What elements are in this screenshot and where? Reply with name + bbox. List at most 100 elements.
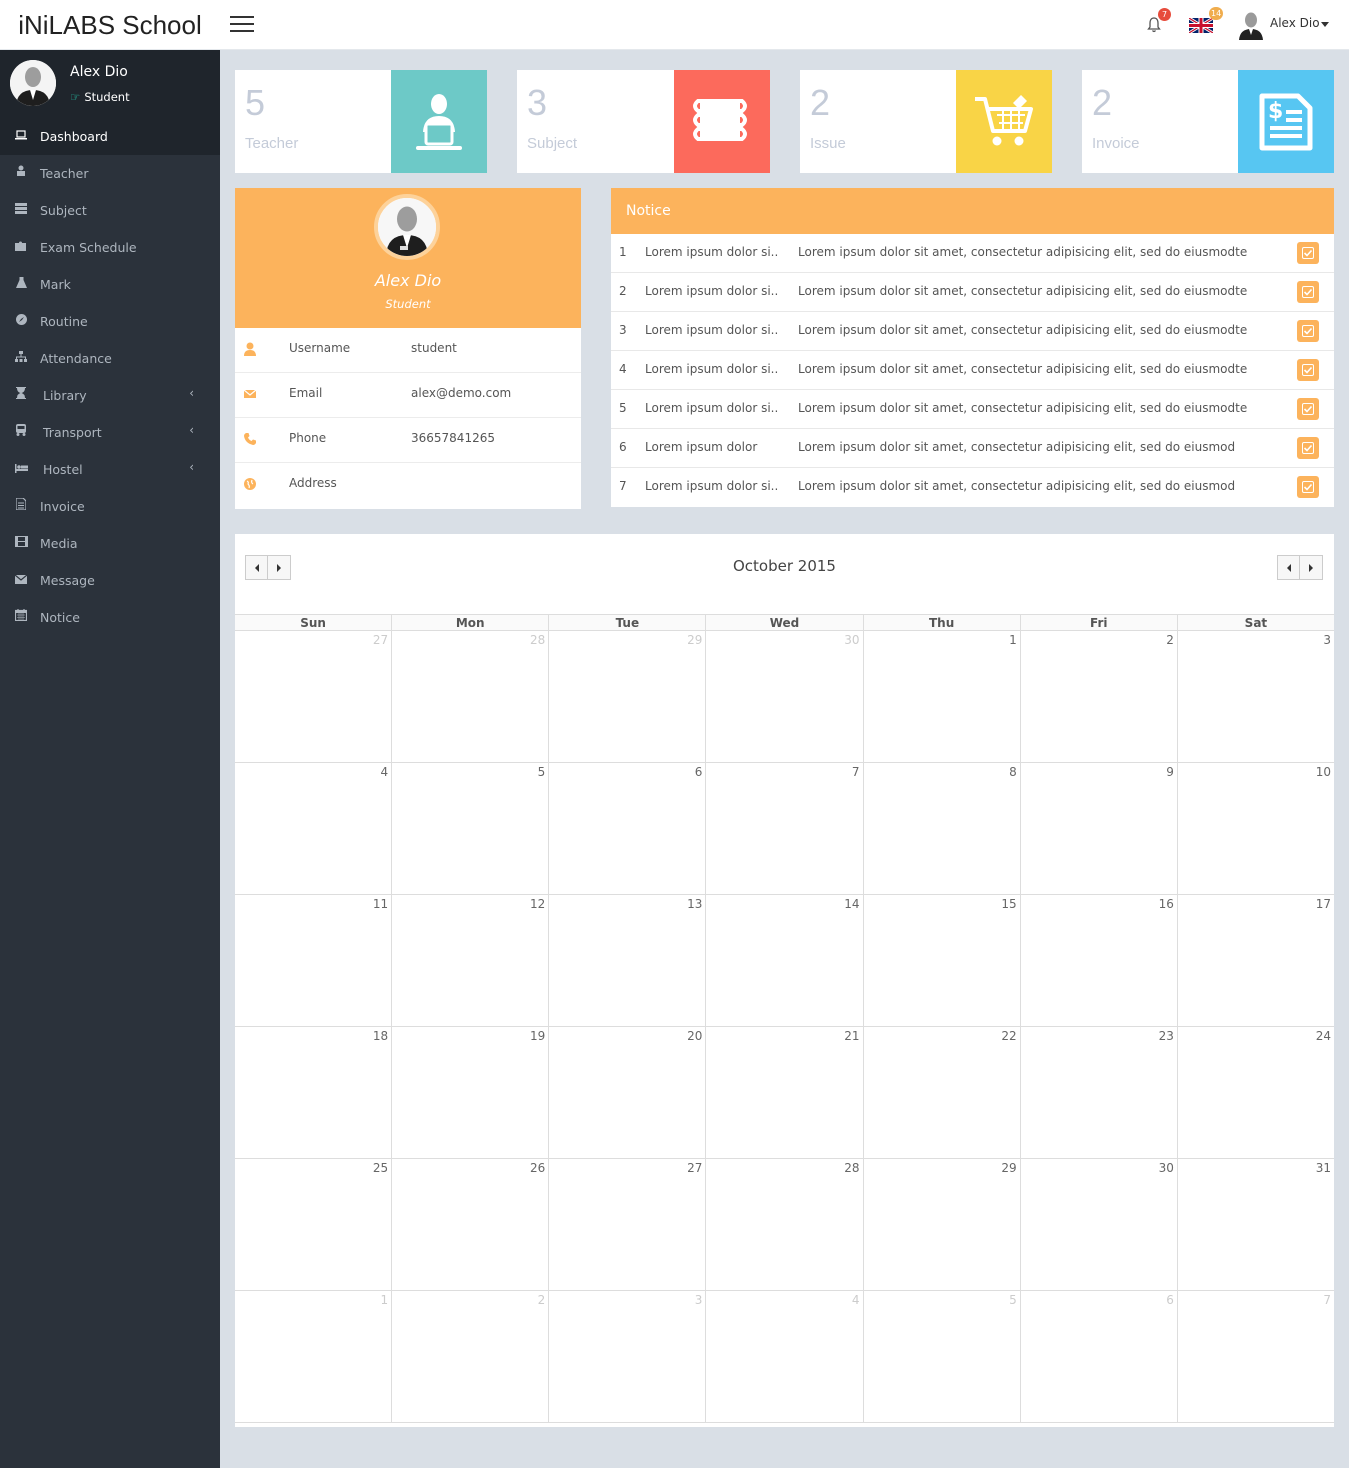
sidebar: Alex Dio ☞ Student Dashboard Teacher Subj… <box>0 50 220 1468</box>
calendar-day-cell[interactable]: 12 <box>391 895 548 1026</box>
sidebar-item-routine[interactable]: Routine <box>0 303 220 340</box>
check-square-icon <box>1302 325 1314 337</box>
calendar-day-cell[interactable]: 1 <box>862 631 1020 762</box>
calendar-day-cell[interactable]: 1 <box>235 1291 391 1422</box>
day-number: 19 <box>530 1029 546 1043</box>
weekday-label: Tue <box>548 615 705 630</box>
sidebar-item-exam-schedule[interactable]: Exam Schedule <box>0 229 220 266</box>
calendar-day-cell[interactable]: 5 <box>391 763 548 894</box>
notice-view-button[interactable] <box>1297 437 1319 459</box>
user-avatar[interactable] <box>1238 10 1264 40</box>
sidebar-item-invoice[interactable]: Invoice <box>0 488 220 525</box>
sidebar-item-dashboard[interactable]: Dashboard <box>0 118 220 155</box>
calendar-day-cell[interactable]: 19 <box>391 1027 548 1158</box>
calendar-day-cell[interactable]: 27 <box>548 1159 705 1290</box>
invoice-icon <box>14 488 28 525</box>
stat-count: 2 <box>1092 82 1113 123</box>
calendar-day-cell[interactable]: 6 <box>1019 1291 1177 1422</box>
day-number: 9 <box>1166 765 1174 779</box>
stat-issue[interactable]: 2 Issue <box>800 70 1052 173</box>
notice-view-button[interactable] <box>1297 359 1319 381</box>
calendar-day-cell[interactable]: 20 <box>548 1027 705 1158</box>
sitemap-icon <box>14 340 28 377</box>
profile-row-email: Email alex@demo.com <box>235 373 581 418</box>
calendar-day-cell[interactable]: 21 <box>705 1027 862 1158</box>
profile-row-phone: Phone 36657841265 <box>235 418 581 463</box>
brand-logo[interactable]: iNiLABS School <box>0 0 220 50</box>
film-icon <box>14 525 28 562</box>
sidebar-item-mark[interactable]: Mark <box>0 266 220 303</box>
notice-text: Lorem ipsum dolor sit amet, consectetur … <box>798 440 1236 454</box>
notice-view-button[interactable] <box>1297 398 1319 420</box>
profile-avatar <box>374 194 440 260</box>
notice-view-button[interactable] <box>1297 320 1319 342</box>
chevron-down-icon[interactable] <box>1321 22 1329 27</box>
notice-row: 6 Lorem ipsum dolor Lorem ipsum dolor sit … <box>611 429 1334 468</box>
calendar-day-cell[interactable]: 6 <box>548 763 705 894</box>
calendar-day-cell[interactable]: 28 <box>391 631 548 762</box>
calendar-day-cell[interactable]: 7 <box>1176 1291 1334 1422</box>
sidebar-item-attendance[interactable]: Attendance <box>0 340 220 377</box>
calendar-day-cell[interactable]: 25 <box>235 1159 391 1290</box>
notice-view-button[interactable] <box>1297 476 1319 498</box>
calendar-day-cell[interactable]: 2 <box>391 1291 548 1422</box>
calendar-day-cell[interactable]: 9 <box>1019 763 1177 894</box>
calendar-day-cell[interactable]: 30 <box>1019 1159 1177 1290</box>
header-user-name[interactable]: Alex Dio <box>1270 16 1320 30</box>
profile-row-address: Address <box>235 463 581 508</box>
notice-title: Lorem ipsum dolor si.. <box>645 284 779 298</box>
calendar-next-button[interactable] <box>1300 555 1323 580</box>
calendar-day-cell[interactable]: 11 <box>235 895 391 1026</box>
stat-subject[interactable]: 3 Subject <box>517 70 770 173</box>
sidebar-item-media[interactable]: Media <box>0 525 220 562</box>
sidebar-item-teacher[interactable]: Teacher <box>0 155 220 192</box>
calendar-week: 1 2 3 4 5 6 7 <box>235 1291 1334 1423</box>
calendar-day-cell[interactable]: 4 <box>235 763 391 894</box>
calendar-day-cell[interactable]: 24 <box>1176 1027 1334 1158</box>
sidebar-item-transport[interactable]: Transport ‹ <box>0 414 220 451</box>
calendar-day-cell[interactable]: 5 <box>862 1291 1020 1422</box>
calendar-day-cell[interactable]: 26 <box>391 1159 548 1290</box>
calendar-prev-button[interactable] <box>1277 555 1300 580</box>
calendar-day-cell[interactable]: 13 <box>548 895 705 1026</box>
calendar-day-cell[interactable]: 3 <box>548 1291 705 1422</box>
calendar-day-cell[interactable]: 8 <box>862 763 1020 894</box>
calendar-day-cell[interactable]: 2 <box>1019 631 1177 762</box>
calendar-day-cell[interactable]: 18 <box>235 1027 391 1158</box>
calendar-day-cell[interactable]: 15 <box>862 895 1020 1026</box>
calendar-day-cell[interactable]: 10 <box>1176 763 1334 894</box>
sidebar-item-subject[interactable]: Subject <box>0 192 220 229</box>
sidebar-item-library[interactable]: Library ‹ <box>0 377 220 414</box>
sidebar-item-notice[interactable]: Notice <box>0 599 220 636</box>
calendar-day-cell[interactable]: 4 <box>705 1291 862 1422</box>
calendar-day-cell[interactable]: 27 <box>235 631 391 762</box>
calendar-title: October 2015 <box>733 557 836 575</box>
uk-flag-icon[interactable] <box>1189 18 1213 33</box>
calendar-day-cell[interactable]: 14 <box>705 895 862 1026</box>
day-number: 31 <box>1315 1161 1331 1175</box>
notice-view-button[interactable] <box>1297 242 1319 264</box>
calendar-day-cell[interactable]: 7 <box>705 763 862 894</box>
stat-invoice[interactable]: 2 Invoice $ <box>1082 70 1334 173</box>
calendar-day-cell[interactable]: 28 <box>705 1159 862 1290</box>
calendar-day-cell[interactable]: 29 <box>862 1159 1020 1290</box>
calendar-day-cell[interactable]: 23 <box>1019 1027 1177 1158</box>
calendar-day-cell[interactable]: 31 <box>1176 1159 1334 1290</box>
calendar-day-cell[interactable]: 22 <box>862 1027 1020 1158</box>
day-number: 4 <box>380 765 389 779</box>
calendar-day-cell[interactable]: 3 <box>1176 631 1334 762</box>
day-number: 27 <box>687 1161 703 1175</box>
day-number: 28 <box>530 633 546 647</box>
notice-view-button[interactable] <box>1297 281 1319 303</box>
notice-text: Lorem ipsum dolor sit amet, consectetur … <box>798 479 1236 493</box>
notice-index: 3 <box>619 323 627 337</box>
calendar-day-cell[interactable]: 16 <box>1019 895 1177 1026</box>
calendar-day-cell[interactable]: 17 <box>1176 895 1334 1026</box>
sidebar-item-message[interactable]: Message <box>0 562 220 599</box>
calendar-day-cell[interactable]: 29 <box>548 631 705 762</box>
stat-teacher[interactable]: 5 Teacher <box>235 70 487 173</box>
calendar: October 2015 Sun Mon Tue Wed Thu Fri Sat 27 28 2… <box>235 534 1334 1427</box>
sidebar-item-hostel[interactable]: Hostel ‹ <box>0 451 220 488</box>
calendar-day-cell[interactable]: 30 <box>705 631 862 762</box>
sidebar-toggle-icon[interactable] <box>230 16 254 34</box>
